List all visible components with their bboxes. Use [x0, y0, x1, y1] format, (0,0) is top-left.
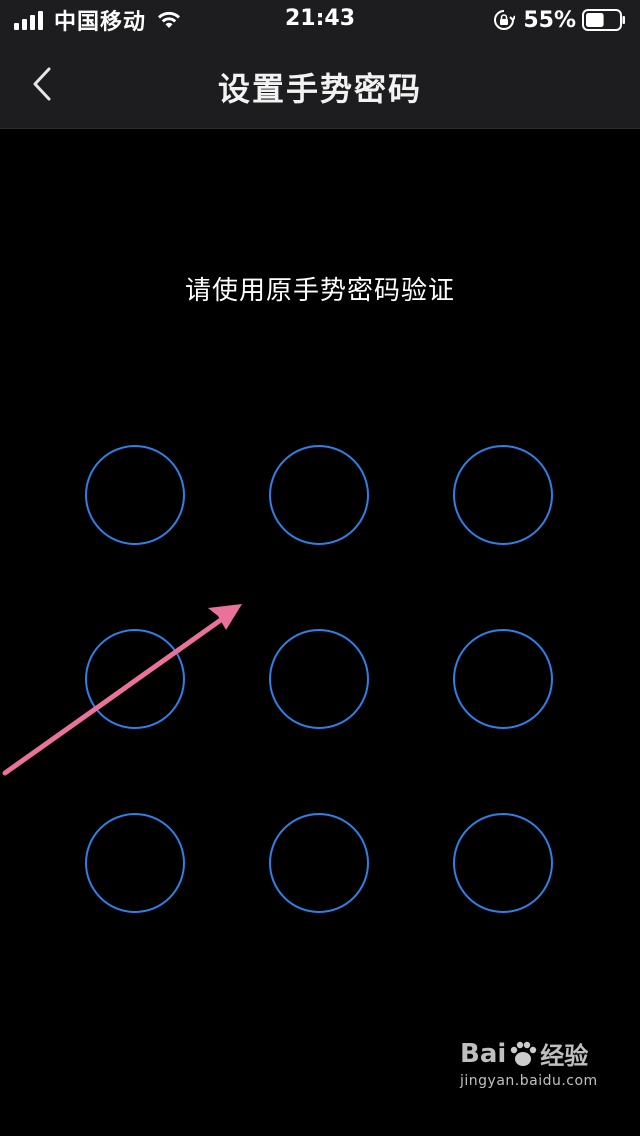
- pattern-dot-9[interactable]: [453, 813, 553, 913]
- pattern-dot-8[interactable]: [269, 813, 369, 913]
- watermark-logo: Bai 经验: [460, 1036, 610, 1071]
- annotation-arrow-icon: [2, 604, 242, 776]
- status-right: 55%: [493, 6, 626, 34]
- pattern-dot-2[interactable]: [269, 445, 369, 545]
- screen: 中国移动 21:43 55% 设置手势密码 请使用原手势密码验证 Bai 经验 …: [0, 0, 640, 1136]
- watermark-url: jingyan.baidu.com: [460, 1073, 598, 1089]
- watermark-jingyan: 经验: [540, 1042, 589, 1070]
- paw-icon: [511, 1041, 537, 1066]
- pattern-dot-5[interactable]: [269, 629, 369, 729]
- pattern-dot-3[interactable]: [453, 445, 553, 545]
- battery-percent: 55%: [523, 7, 576, 33]
- pattern-dot-7[interactable]: [85, 813, 185, 913]
- rotation-lock-icon: [494, 10, 516, 30]
- battery-icon: [582, 9, 625, 31]
- pattern-dot-1[interactable]: [85, 445, 185, 545]
- nav-bar: 设置手势密码: [0, 40, 640, 129]
- pattern-dot-6[interactable]: [453, 629, 553, 729]
- verify-prompt: 请使用原手势密码验证: [184, 276, 455, 306]
- watermark-bai: Bai: [460, 1038, 507, 1069]
- status-bar: 中国移动 21:43 55%: [0, 0, 640, 40]
- baidu-jingyan-watermark: Bai 经验 jingyan.baidu.com: [460, 1036, 610, 1116]
- page-title: 设置手势密码: [217, 70, 422, 108]
